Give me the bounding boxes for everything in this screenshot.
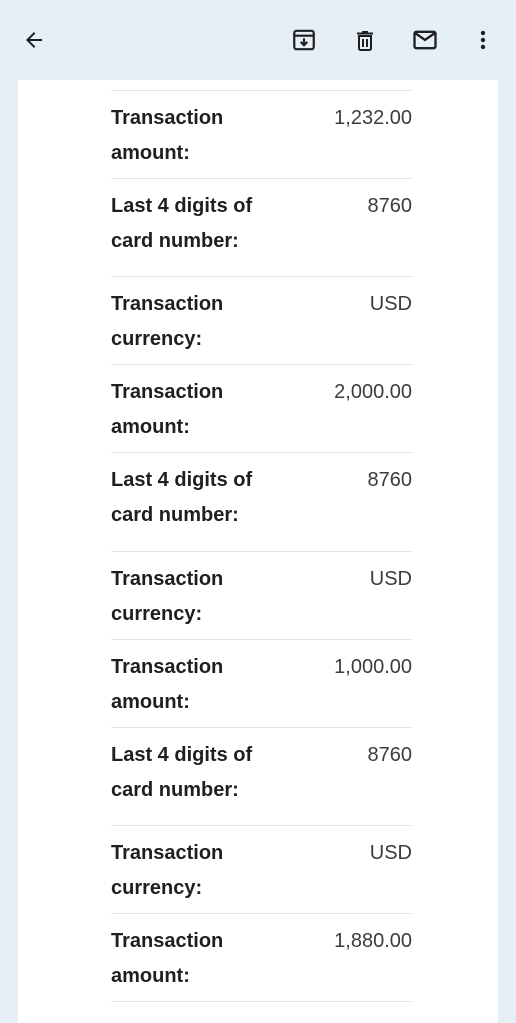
detail-row: Transaction currency: USD	[111, 826, 412, 914]
more-options-button[interactable]	[463, 20, 503, 60]
archive-icon	[293, 29, 315, 51]
detail-value: 2,000.00	[334, 381, 412, 403]
detail-value: USD	[369, 293, 412, 315]
detail-value: 1,000.00	[334, 656, 412, 678]
email-body: Transaction amount: 1,232.00 Last 4 digi…	[18, 80, 498, 1023]
more-vert-icon	[480, 30, 486, 50]
detail-row: Transaction amount: 2,000.00	[111, 365, 412, 453]
detail-label: Transaction amount:	[111, 656, 224, 713]
detail-label: Last 4 digits of card number:	[111, 469, 253, 526]
detail-row: Transaction currency: USD	[111, 552, 412, 640]
arrow-back-icon	[26, 32, 42, 48]
detail-label: Transaction currency:	[111, 568, 224, 625]
detail-row: Last 4 digits of card number: 8760	[111, 728, 412, 826]
detail-value: 8760	[367, 744, 413, 766]
mail-icon	[413, 30, 437, 50]
detail-row: Transaction amount: 1,000.00	[111, 640, 412, 728]
detail-value: USD	[369, 568, 412, 590]
back-button[interactable]	[14, 20, 54, 60]
detail-value: 8760	[367, 195, 413, 217]
detail-label: Transaction amount:	[111, 930, 224, 987]
detail-row: Transaction currency: USD	[111, 277, 412, 365]
detail-label: Transaction currency:	[111, 293, 224, 350]
detail-label: Transaction amount:	[111, 381, 224, 438]
mark-unread-button[interactable]	[405, 20, 445, 60]
delete-button[interactable]	[345, 20, 385, 60]
top-app-bar	[0, 0, 516, 80]
transaction-details-table: Transaction amount: 1,232.00 Last 4 digi…	[111, 90, 412, 1002]
detail-value: 1,880.00	[334, 930, 412, 952]
detail-row: Transaction amount: 1,880.00	[111, 914, 412, 1002]
trash-icon	[357, 31, 373, 51]
detail-row: Last 4 digits of card number: 8760	[111, 179, 412, 277]
detail-label: Last 4 digits of card number:	[111, 744, 253, 801]
detail-value: 1,232.00	[334, 107, 412, 129]
detail-value: USD	[369, 842, 412, 864]
detail-row: Last 4 digits of card number: 8760	[111, 453, 412, 552]
detail-label: Last 4 digits of card number:	[111, 195, 253, 252]
archive-button[interactable]	[284, 20, 324, 60]
detail-value: 8760	[367, 469, 413, 491]
detail-row: Transaction amount: 1,232.00	[111, 90, 412, 179]
detail-label: Transaction amount:	[111, 107, 224, 164]
detail-label: Transaction currency:	[111, 842, 224, 899]
